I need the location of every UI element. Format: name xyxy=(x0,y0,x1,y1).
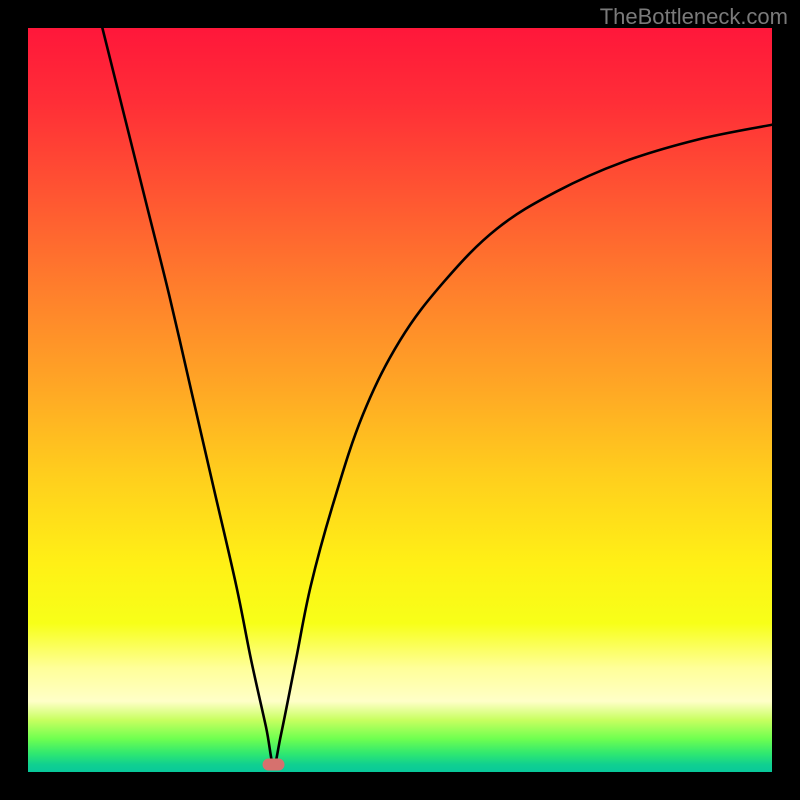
chart-frame: TheBottleneck.com xyxy=(0,0,800,800)
watermark-label: TheBottleneck.com xyxy=(600,4,788,30)
bottleneck-curve xyxy=(102,28,772,765)
curve-layer xyxy=(28,28,772,772)
plot-area xyxy=(28,28,772,772)
min-marker xyxy=(263,759,285,771)
